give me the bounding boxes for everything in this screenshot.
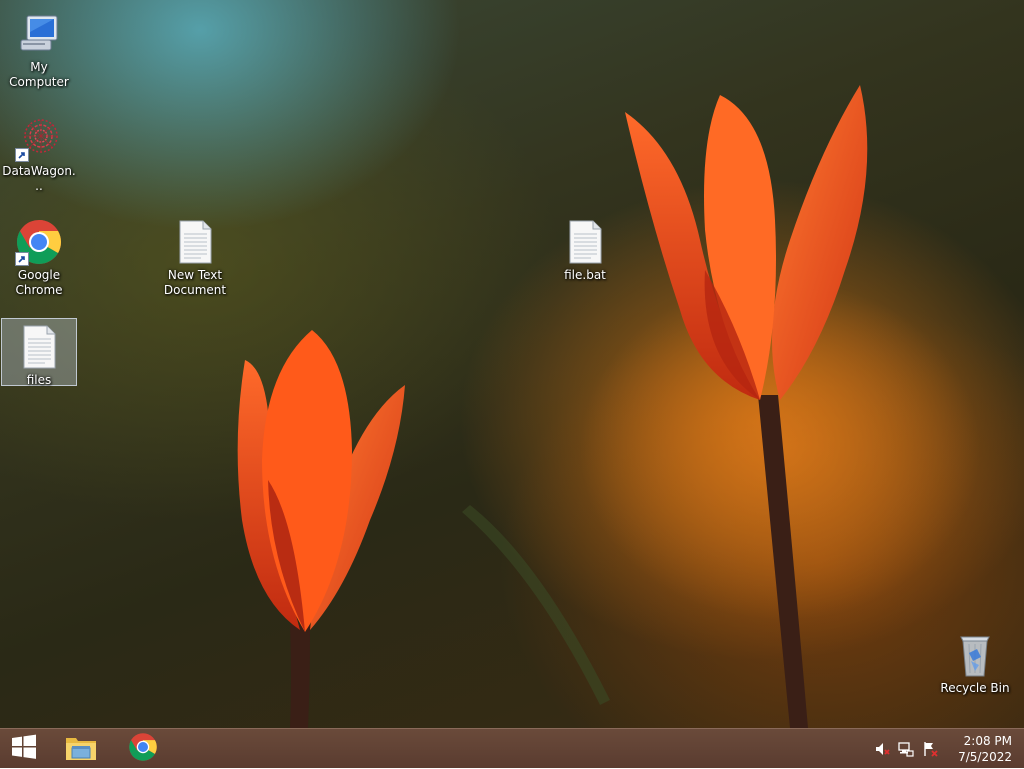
clock-time: 2:08 PM (963, 734, 1012, 748)
computer-icon (15, 10, 63, 58)
chrome-icon (15, 218, 63, 266)
taskbar-file-explorer[interactable] (57, 729, 105, 769)
shortcut-arrow-icon (15, 252, 29, 266)
desktop-icon-label: Google Chrome (15, 268, 63, 297)
desktop-icon-label: New Text Document (163, 268, 227, 297)
desktop-icon-google-chrome[interactable]: Google Chrome (1, 214, 77, 298)
taskbar-clock[interactable]: 2:08 PM 7/5/2022 (942, 733, 1012, 765)
desktop-icon-label: My Computer (9, 60, 69, 89)
recycle-bin-icon (951, 631, 999, 679)
desktop-icon-label: files (26, 373, 52, 387)
desktop-icon-label: file.bat (564, 268, 606, 282)
desktop-icon-label: Recycle Bin (940, 681, 1010, 695)
taskbar-google-chrome[interactable] (119, 729, 167, 769)
datawagon-icon (15, 114, 63, 162)
windows-logo-icon (10, 733, 38, 765)
taskbar: 2:08 PM 7/5/2022 (0, 728, 1024, 768)
wallpaper (237, 85, 980, 728)
volume-muted-icon[interactable] (874, 741, 890, 757)
left-tulip (237, 330, 405, 632)
batch-file-icon (561, 218, 609, 266)
desktop-icon-datawagon[interactable]: DataWagon... (1, 110, 77, 194)
network-icon[interactable] (898, 741, 914, 757)
desktop[interactable]: My Computer DataWagon... Google Chrome f… (0, 0, 1024, 728)
text-document-icon (171, 218, 219, 266)
start-button[interactable] (0, 729, 48, 769)
file-explorer-icon (64, 732, 98, 766)
desktop-icon-recycle-bin[interactable]: Recycle Bin (937, 627, 1013, 696)
shortcut-arrow-icon (15, 148, 29, 162)
chrome-icon (128, 732, 158, 766)
desktop-icon-file-bat[interactable]: file.bat (547, 214, 623, 283)
clock-date: 7/5/2022 (958, 750, 1012, 764)
desktop-icon-new-text-document[interactable]: New Text Document (157, 214, 233, 298)
desktop-icon-files[interactable]: files (1, 318, 77, 387)
text-document-icon (15, 323, 63, 371)
desktop-icon-my-computer[interactable]: My Computer (1, 6, 77, 90)
action-center-flag-icon[interactable] (922, 741, 938, 757)
desktop-icon-label: DataWagon... (2, 164, 76, 193)
